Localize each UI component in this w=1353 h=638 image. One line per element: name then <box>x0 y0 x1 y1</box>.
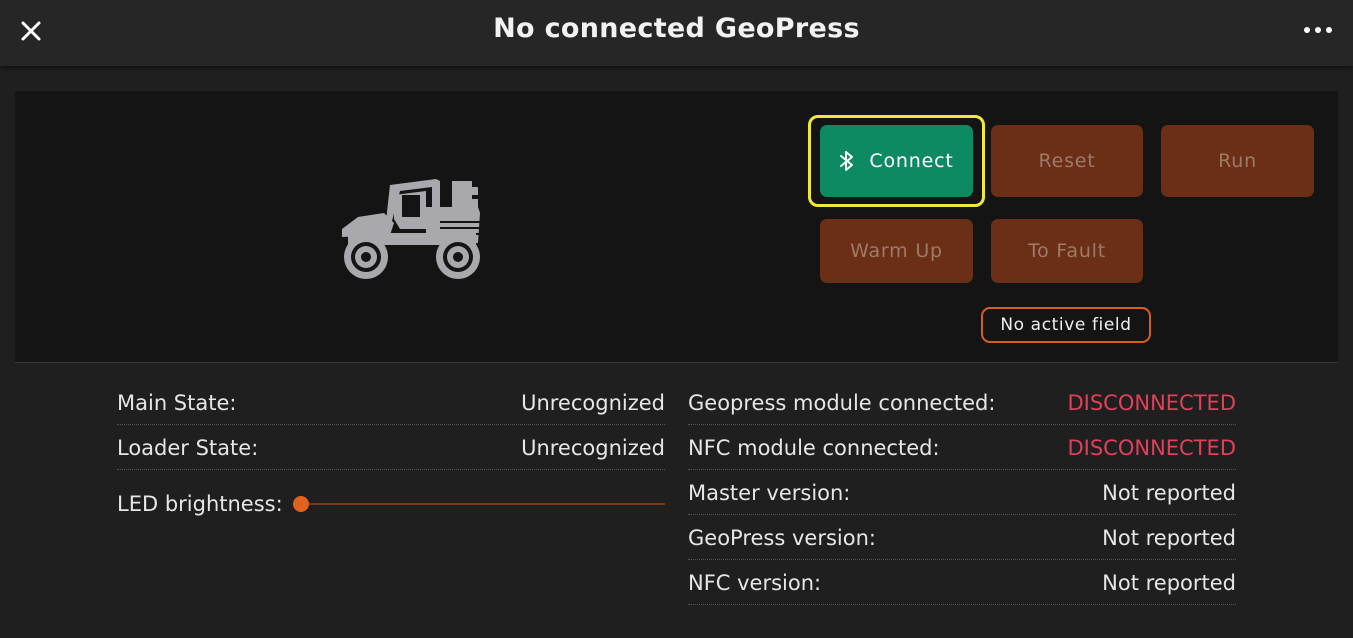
led-brightness-row: LED brightness: <box>117 484 665 524</box>
more-options-button[interactable] <box>1301 18 1335 42</box>
main-state-value: Unrecognized <box>521 390 665 415</box>
led-brightness-thumb[interactable] <box>293 496 309 512</box>
reset-button[interactable]: Reset <box>991 125 1143 197</box>
led-brightness-label: LED brightness: <box>117 492 283 516</box>
warm-up-label: Warm Up <box>850 240 943 262</box>
led-brightness-track[interactable] <box>301 503 665 505</box>
reset-label: Reset <box>1038 150 1096 172</box>
main-state-row: Main State: Unrecognized <box>117 381 665 425</box>
bluetooth-icon <box>840 151 854 171</box>
loader-state-row: Loader State: Unrecognized <box>117 426 665 470</box>
to-fault-label: To Fault <box>1027 240 1107 262</box>
geopress-module-label: Geopress module connected: <box>688 390 996 415</box>
run-button[interactable]: Run <box>1161 125 1314 197</box>
loader-state-value: Unrecognized <box>521 435 665 460</box>
run-label: Run <box>1218 150 1257 172</box>
nfc-version-label: NFC version: <box>688 570 822 595</box>
nfc-version-row: NFC version: Not reported <box>688 561 1236 605</box>
main-state-label: Main State: <box>117 390 237 415</box>
control-panel: Connect Reset Run Warm Up To Fault No ac… <box>15 91 1338 363</box>
page-title: No connected GeoPress <box>493 13 860 44</box>
nfc-module-value: DISCONNECTED <box>1067 435 1236 460</box>
active-field-badge: No active field <box>981 307 1151 343</box>
connect-label: Connect <box>869 150 954 172</box>
geopress-version-label: GeoPress version: <box>688 525 876 550</box>
loader-state-label: Loader State: <box>117 435 259 460</box>
nfc-module-label: NFC module connected: <box>688 435 940 460</box>
utv-vehicle-icon <box>342 179 480 279</box>
geopress-module-row: Geopress module connected: DISCONNECTED <box>688 381 1236 425</box>
geopress-module-value: DISCONNECTED <box>1067 390 1236 415</box>
top-bar: No connected GeoPress <box>0 0 1353 66</box>
nfc-module-row: NFC module connected: DISCONNECTED <box>688 426 1236 470</box>
master-version-row: Master version: Not reported <box>688 471 1236 515</box>
master-version-label: Master version: <box>688 480 851 505</box>
to-fault-button[interactable]: To Fault <box>991 219 1143 283</box>
warm-up-button[interactable]: Warm Up <box>820 219 973 283</box>
connect-button[interactable]: Connect <box>820 125 973 197</box>
geopress-version-value: Not reported <box>1102 525 1236 550</box>
geopress-version-row: GeoPress version: Not reported <box>688 516 1236 560</box>
more-icon <box>1304 27 1332 33</box>
master-version-value: Not reported <box>1102 480 1236 505</box>
nfc-version-value: Not reported <box>1102 570 1236 595</box>
